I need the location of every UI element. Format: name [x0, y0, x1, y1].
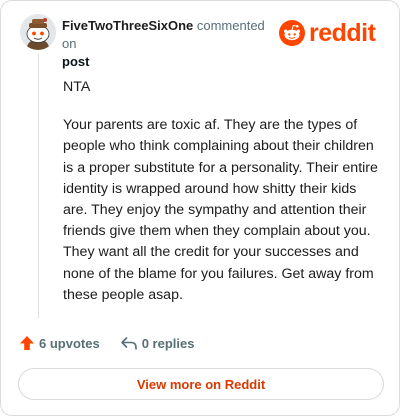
user-avatar[interactable] — [20, 14, 56, 50]
comment-paragraph: Your parents are toxic af. They are the … — [63, 117, 378, 303]
arrow-up-icon — [20, 336, 34, 350]
reply-arrow-icon — [120, 337, 137, 350]
reddit-logo[interactable]: reddit — [279, 18, 376, 48]
reply-count: 0 replies — [141, 335, 195, 351]
thread-line — [38, 54, 39, 318]
upvote-count: 6 upvotes — [39, 335, 100, 351]
avatar-snoo-icon — [20, 14, 56, 50]
comment-embed-card: FiveTwoThreeSixOne commented on post red… — [0, 0, 400, 416]
comment-meta: FiveTwoThreeSixOne commented on post — [62, 17, 280, 71]
replies-button[interactable]: 0 replies — [120, 335, 195, 351]
comment-paragraph: NTA — [63, 79, 91, 95]
comment-body: NTA Your parents are toxic af. They are … — [63, 77, 381, 323]
post-link[interactable]: post — [62, 53, 89, 71]
reddit-wordmark: reddit — [309, 19, 376, 47]
upvote-button[interactable]: 6 upvotes — [19, 335, 100, 351]
username[interactable]: FiveTwoThreeSixOne — [62, 18, 193, 33]
snoo-icon — [279, 20, 305, 46]
comment-actions: 6 upvotes 0 replies — [19, 335, 194, 351]
view-more-button[interactable]: View more on Reddit — [18, 368, 384, 400]
